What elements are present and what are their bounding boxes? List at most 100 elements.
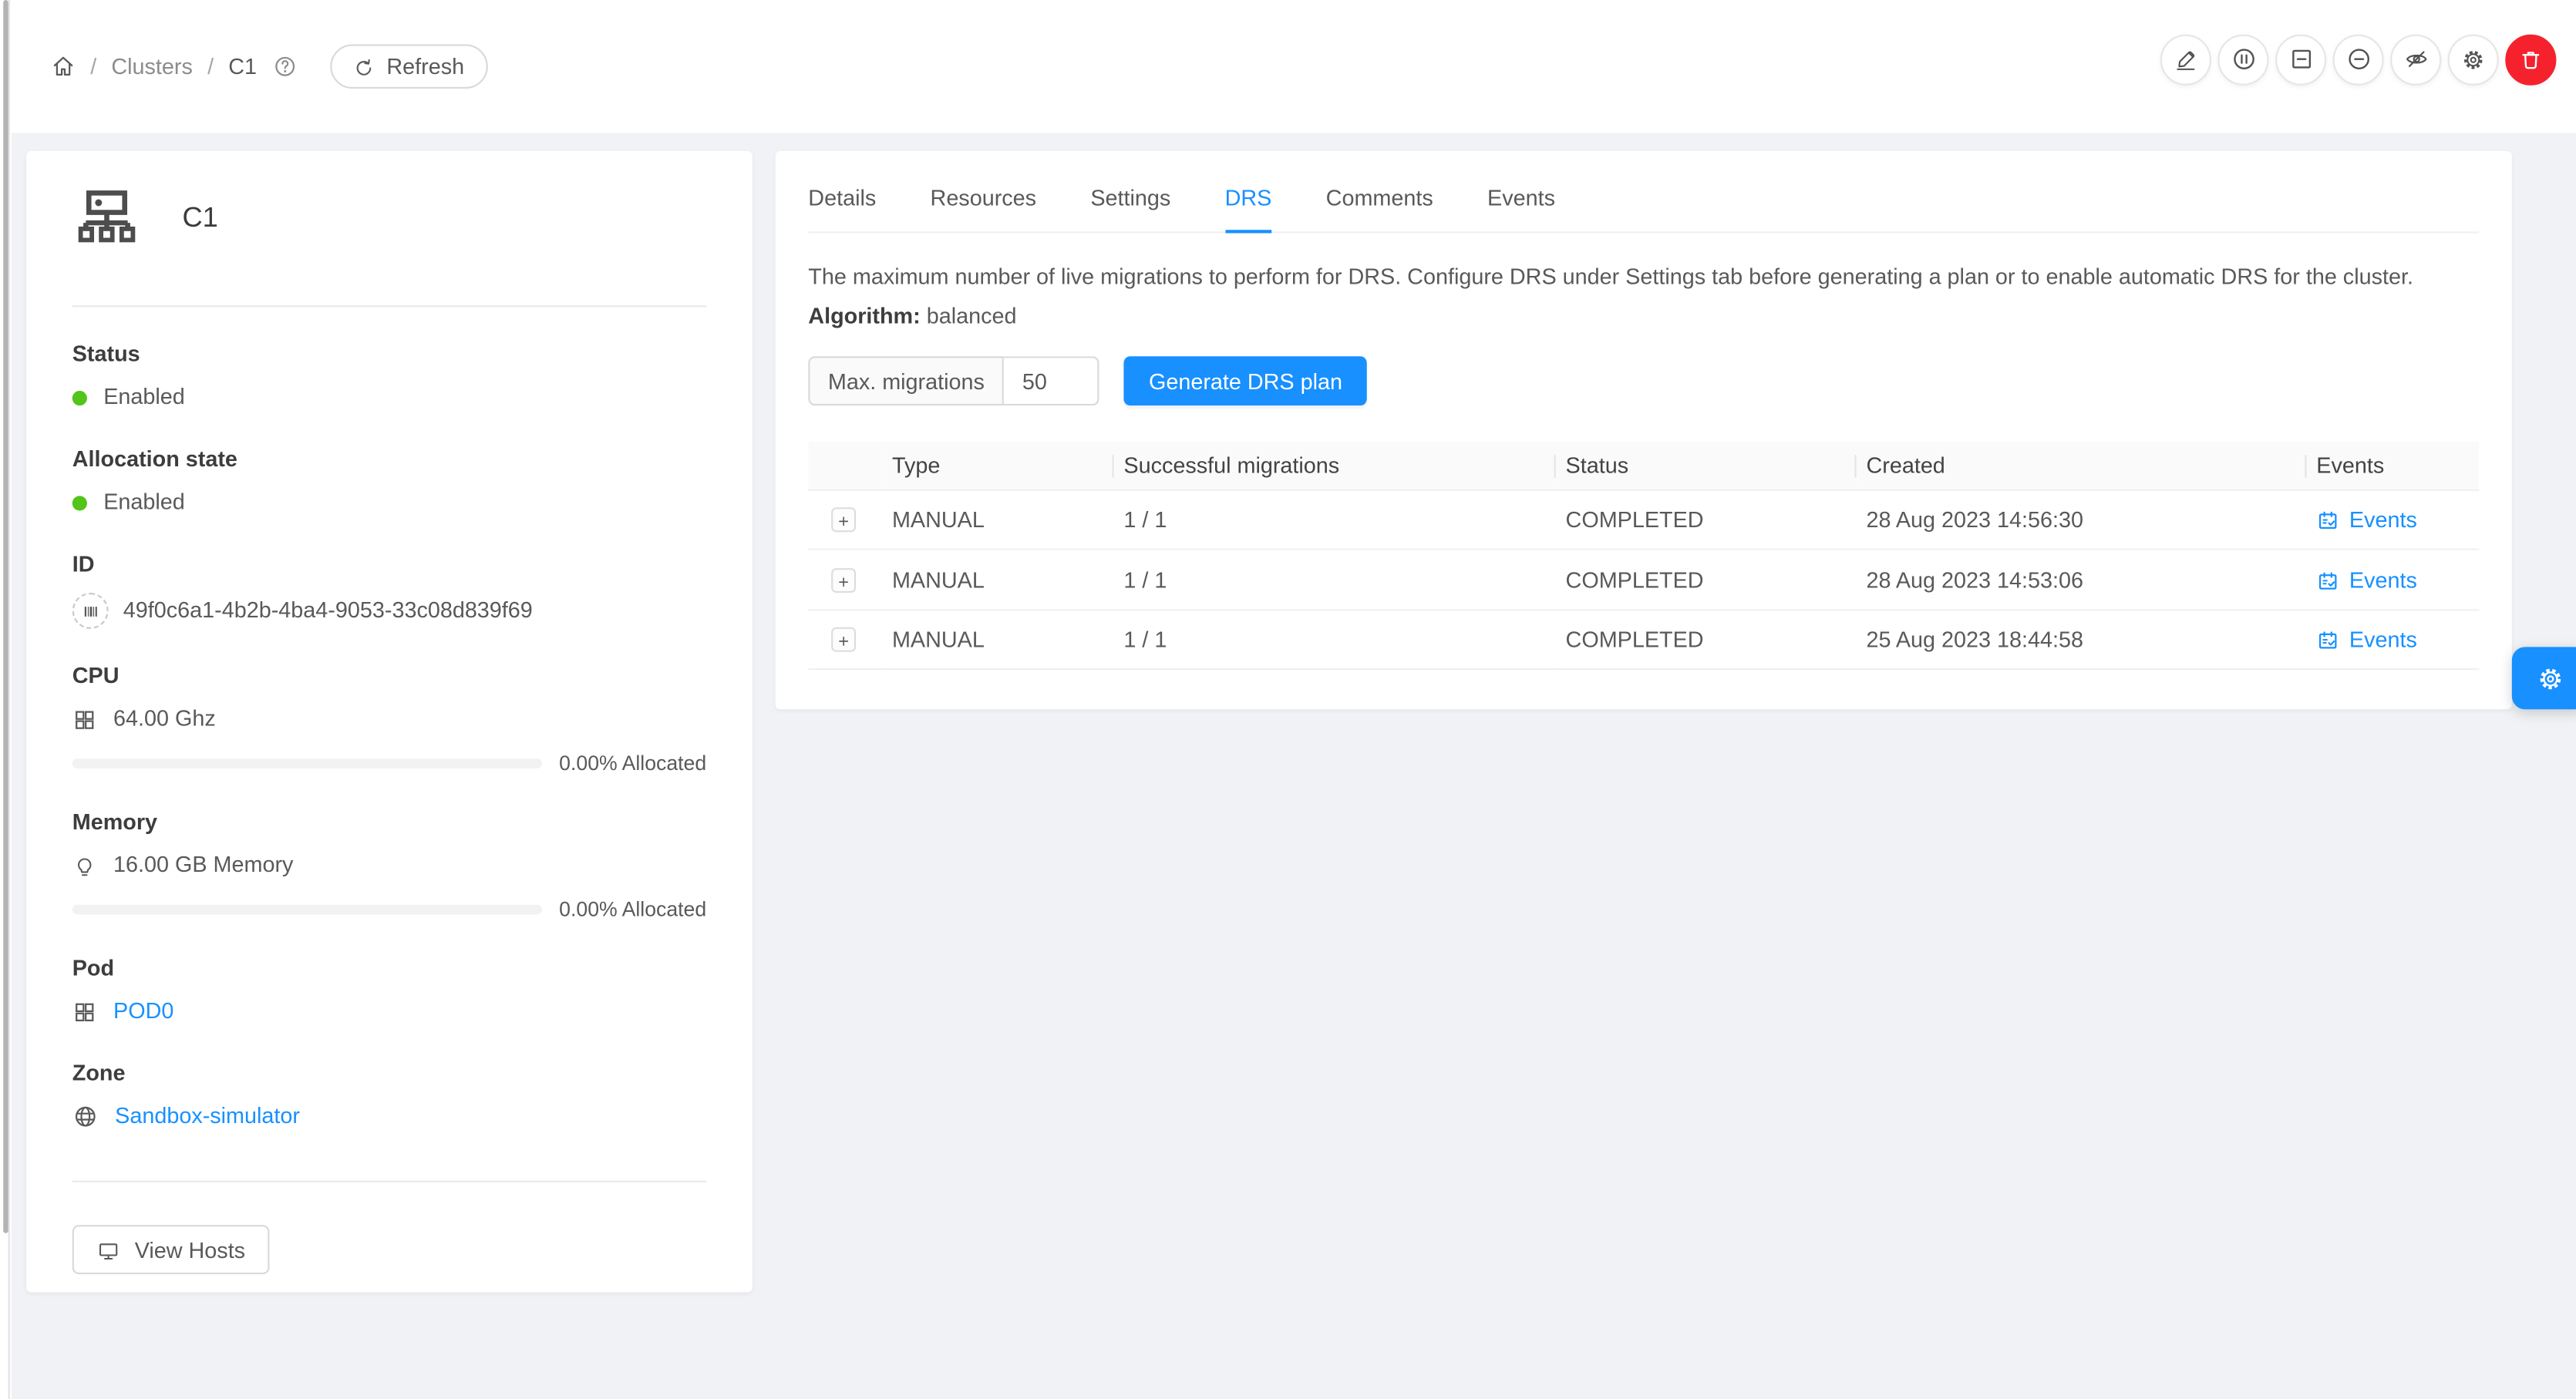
schedule-icon: [2316, 507, 2339, 533]
table-row: MANUAL 1 / 1 COMPLETED 28 Aug 2023 14:53…: [808, 550, 2479, 610]
drs-controls: Max. migrations Generate DRS plan: [808, 356, 2479, 405]
tab-events[interactable]: Events: [1487, 186, 1555, 232]
column-status: Status: [1556, 442, 1857, 490]
cluster-info-card: C1 Status Enabled Allocation state Enabl…: [26, 151, 753, 1293]
zone-link[interactable]: Sandbox-simulator: [115, 1101, 300, 1131]
cell-created: 28 Aug 2023 14:56:30: [1857, 490, 2307, 550]
memory-section: Memory 16.00 GB Memory 0.00% Allocated: [72, 808, 706, 921]
cell-type: MANUAL: [882, 550, 1113, 610]
divider: [72, 1181, 706, 1182]
barcode-icon: [72, 593, 109, 629]
algorithm-label: Algorithm:: [808, 304, 920, 328]
tab-details[interactable]: Details: [808, 186, 876, 232]
algorithm-line: Algorithm: balanced: [808, 304, 2479, 328]
breadcrumb-separator: /: [89, 54, 98, 79]
refresh-button[interactable]: Refresh: [331, 45, 487, 89]
memory-progress: 0.00% Allocated: [72, 898, 706, 921]
view-hosts-button[interactable]: View Hosts: [72, 1225, 270, 1274]
row-events-link[interactable]: Events: [2316, 567, 2417, 593]
header-action-buttons: [2160, 34, 2556, 85]
id-label: ID: [72, 550, 706, 580]
unmanage-button[interactable]: [2275, 34, 2326, 85]
allocation-state-section: Allocation state Enabled: [72, 445, 706, 517]
tab-drs[interactable]: DRS: [1225, 186, 1272, 232]
cluster-detail-card: Details Resources Settings DRS Comments …: [776, 151, 2512, 710]
zone-label: Zone: [72, 1059, 706, 1088]
cell-type: MANUAL: [882, 490, 1113, 550]
pause-circle-icon: [2230, 45, 2256, 72]
tab-comments[interactable]: Comments: [1326, 186, 1433, 232]
status-dot-green: [72, 390, 87, 405]
cell-status: COMPLETED: [1556, 610, 1857, 670]
pod-section: Pod POD0: [72, 954, 706, 1027]
max-migrations-label: Max. migrations: [808, 356, 1004, 405]
expand-row-button[interactable]: [831, 627, 856, 652]
cpu-section: CPU 64.00 Ghz 0.00% Allocated: [72, 662, 706, 775]
cell-created: 25 Aug 2023 18:44:58: [1857, 610, 2307, 670]
desktop-icon: [97, 1237, 120, 1263]
table-row: MANUAL 1 / 1 COMPLETED 25 Aug 2023 18:44…: [808, 610, 2479, 670]
cell-created: 28 Aug 2023 14:53:06: [1857, 550, 2307, 610]
row-events-link[interactable]: Events: [2316, 507, 2417, 533]
id-section: ID 49f0c6a1-4b2b-4ba4-9053-33c08d839f69: [72, 550, 706, 629]
pause-button[interactable]: [2217, 34, 2268, 85]
expand-row-button[interactable]: [831, 567, 856, 592]
table-row: MANUAL 1 / 1 COMPLETED 28 Aug 2023 14:56…: [808, 490, 2479, 550]
cpu-progress: 0.00% Allocated: [72, 752, 706, 775]
schedule-icon: [2316, 567, 2339, 593]
tab-settings[interactable]: Settings: [1090, 186, 1170, 232]
floating-settings-button[interactable]: [2512, 647, 2576, 709]
home-icon[interactable]: [51, 54, 76, 79]
cell-successful-migrations: 1 / 1: [1114, 550, 1556, 610]
status-label: Status: [72, 340, 706, 369]
tab-resources[interactable]: Resources: [931, 186, 1036, 232]
disable-button[interactable]: [2333, 34, 2384, 85]
cell-successful-migrations: 1 / 1: [1114, 610, 1556, 670]
expand-column-header: [808, 442, 882, 490]
plus-icon: [834, 567, 852, 592]
page-body: C1 Status Enabled Allocation state Enabl…: [12, 133, 2576, 1399]
detail-tabs: Details Resources Settings DRS Comments …: [808, 151, 2479, 234]
expand-row-button[interactable]: [831, 508, 856, 533]
allocation-state-label: Allocation state: [72, 445, 706, 474]
row-events-link[interactable]: Events: [2316, 627, 2417, 653]
question-circle-icon[interactable]: [273, 54, 298, 79]
settings-gear-icon: [2536, 664, 2564, 692]
breadcrumb: / Clusters / C1 Refresh: [51, 45, 487, 89]
divider: [72, 305, 706, 307]
bulb-icon: [72, 850, 97, 879]
generate-drs-plan-button[interactable]: Generate DRS plan: [1124, 356, 1367, 405]
resource-header: C1: [72, 151, 706, 250]
allocation-state-value: Enabled: [103, 488, 185, 517]
view-hosts-label: View Hosts: [135, 1237, 245, 1262]
cell-type: MANUAL: [882, 610, 1113, 670]
id-value: 49f0c6a1-4b2b-4ba4-9053-33c08d839f69: [123, 596, 533, 625]
eye-invisible-icon: [2403, 45, 2429, 72]
stop-square-icon: [2288, 45, 2314, 72]
max-migrations-group: Max. migrations: [808, 356, 1099, 405]
edit-button[interactable]: [2160, 34, 2211, 85]
table-header-row: Type Successful migrations Status Create…: [808, 442, 2479, 490]
cell-status: COMPLETED: [1556, 490, 1857, 550]
memory-value: 16.00 GB Memory: [113, 850, 293, 879]
breadcrumb-clusters-link[interactable]: Clusters: [111, 54, 193, 79]
drs-plans-table: Type Successful migrations Status Create…: [808, 442, 2479, 671]
pod-link[interactable]: POD0: [113, 997, 173, 1026]
scrollbar-thumb[interactable]: [2, 0, 7, 1233]
cpu-value: 64.00 Ghz: [113, 705, 216, 734]
row-events-label: Events: [2349, 627, 2417, 652]
column-type: Type: [882, 442, 1113, 490]
cluster-icon: [72, 186, 141, 251]
algorithm-value: balanced: [927, 304, 1017, 328]
top-header: / Clusters / C1 Refresh: [12, 0, 2576, 133]
delete-button[interactable]: [2505, 34, 2556, 85]
refresh-label: Refresh: [386, 54, 464, 79]
resource-name: C1: [183, 202, 218, 235]
left-scrollbar[interactable]: [0, 0, 10, 1399]
globe-icon: [72, 1101, 99, 1131]
plus-icon: [834, 508, 852, 533]
cell-status: COMPLETED: [1556, 550, 1857, 610]
configure-button[interactable]: [2448, 34, 2499, 85]
out-of-band-button[interactable]: [2390, 34, 2441, 85]
max-migrations-input[interactable]: [1004, 356, 1099, 405]
